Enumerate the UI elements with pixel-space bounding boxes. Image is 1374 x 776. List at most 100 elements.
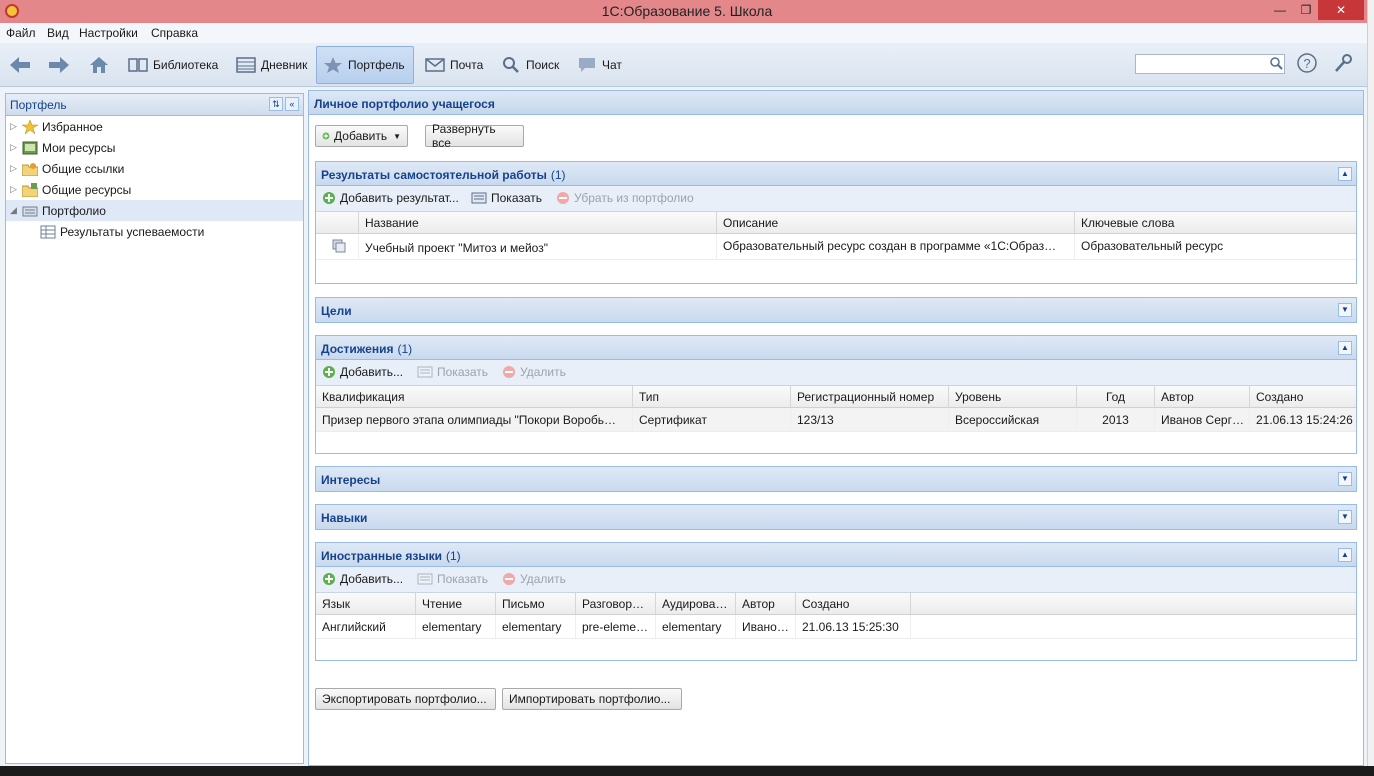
menu-settings[interactable]: Настройки — [79, 26, 138, 40]
star-icon — [22, 119, 38, 134]
tree-item-portfolio[interactable]: ◢ Портфолио — [6, 200, 303, 221]
tree-item-favorites[interactable]: ▷ Избранное — [10, 116, 303, 137]
tool-label: Добавить... — [340, 572, 404, 586]
global-search-input[interactable] — [1135, 54, 1285, 74]
column-header[interactable]: Разговор… — [576, 593, 656, 615]
section-header[interactable]: Достижения (1) ▲ — [316, 336, 1356, 360]
tree-item-shared-links[interactable]: ▷ Общие ссылки — [10, 158, 303, 179]
toolbar-diary[interactable]: Дневник — [236, 46, 307, 84]
section-header[interactable]: Навыки ▼ — [316, 505, 1356, 529]
expand-all-button[interactable]: Развернуть все — [425, 122, 524, 150]
tree-expand-icon[interactable]: ▷ — [10, 121, 22, 132]
show-button[interactable]: Показать — [471, 191, 542, 205]
tree-collapse-icon[interactable]: ◢ — [10, 205, 22, 216]
menu-bar: Файл Вид Настройки Справка — [0, 23, 1374, 43]
column-header[interactable]: Автор — [736, 593, 796, 615]
tree-expand-icon[interactable]: ▷ — [10, 142, 22, 153]
delete-button[interactable]: Удалить — [502, 572, 566, 586]
table-header: Квалификация Тип Регистрационный номер У… — [316, 386, 1356, 408]
show-button[interactable]: Показать — [417, 365, 488, 379]
toolbar-mail[interactable]: Почта — [425, 46, 483, 84]
menu-file[interactable]: Файл — [6, 26, 36, 40]
tree-item-shared-resources[interactable]: ▷ Общие ресурсы — [10, 179, 303, 200]
column-header[interactable]: Создано — [1250, 386, 1356, 408]
tree-expand-icon[interactable]: ▷ — [10, 184, 22, 195]
section-header[interactable]: Цели ▼ — [316, 298, 1356, 322]
toolbar-library[interactable]: Библиотека — [128, 46, 218, 84]
expand-section-icon[interactable]: ▼ — [1338, 510, 1352, 524]
left-panel-title: Портфель — [10, 98, 67, 112]
section-skills: Навыки ▼ — [315, 504, 1357, 530]
add-icon — [322, 132, 330, 140]
collapse-panel-icon[interactable]: « — [285, 97, 299, 111]
toolbar-search[interactable]: Поиск — [501, 46, 559, 84]
section-header[interactable]: Интересы ▼ — [316, 467, 1356, 491]
add-achievement-button[interactable]: Добавить... — [322, 365, 403, 379]
column-header[interactable]: Название — [359, 212, 717, 234]
section-interests: Интересы ▼ — [315, 466, 1357, 492]
export-portfolio-button[interactable]: Экспортировать портфолио... — [315, 688, 496, 710]
global-search-button[interactable] — [1267, 54, 1285, 74]
maximize-button[interactable]: ❐ — [1292, 0, 1320, 20]
table-row[interactable]: Призер первого этапа олимпиады "Покори В… — [316, 408, 1356, 432]
import-portfolio-button[interactable]: Импортировать портфолио... — [502, 688, 682, 710]
add-language-button[interactable]: Добавить... — [322, 572, 403, 586]
table-cell: Всероссийская — [949, 408, 1077, 432]
menu-view[interactable]: Вид — [47, 26, 69, 40]
section-toolbar: Добавить... Показать Удалить — [316, 360, 1356, 386]
left-navigation-panel: Портфель ⇅ « ▷ Избранное ▷ Мои ресурсы ▷… — [5, 93, 304, 764]
tool-label: Убрать из портфолио — [574, 191, 694, 205]
window-title: 1С:Образование 5. Школа — [601, 3, 773, 19]
section-goals: Цели ▼ — [315, 297, 1357, 323]
column-header[interactable]: Аудирова… — [656, 593, 736, 615]
collapse-section-icon[interactable]: ▲ — [1338, 167, 1352, 181]
show-button[interactable]: Показать — [417, 572, 488, 586]
add-result-button[interactable]: Добавить результат... — [322, 191, 459, 205]
column-header-icon — [316, 212, 359, 234]
table-icon — [40, 225, 56, 238]
settings-icon[interactable] — [1334, 53, 1354, 73]
column-header[interactable]: Письмо — [496, 593, 576, 615]
minimize-button[interactable]: — — [1266, 0, 1294, 20]
column-header[interactable]: Чтение — [416, 593, 496, 615]
portfolio-icon — [22, 206, 38, 216]
column-header[interactable]: Автор — [1155, 386, 1250, 408]
help-icon[interactable]: ? — [1296, 52, 1318, 74]
book-icon — [128, 58, 148, 72]
forward-button[interactable] — [47, 46, 76, 84]
column-header[interactable]: Ключевые слова — [1075, 212, 1356, 234]
column-header[interactable]: Квалификация — [316, 386, 633, 408]
expand-section-icon[interactable]: ▼ — [1338, 472, 1352, 486]
table-row[interactable]: Английский elementary elementary pre-ele… — [316, 615, 1356, 639]
refresh-icon[interactable]: ⇅ — [269, 97, 283, 111]
tree-item-my-resources[interactable]: ▷ Мои ресурсы — [10, 137, 303, 158]
add-dropdown-button[interactable]: Добавить ▼ — [315, 125, 408, 147]
section-header[interactable]: Иностранные языки (1) ▲ — [316, 543, 1356, 567]
tree-expand-icon[interactable]: ▷ — [10, 163, 22, 174]
toolbar-search-label: Поиск — [526, 58, 560, 72]
column-header[interactable]: Регистрационный номер — [791, 386, 949, 408]
back-button[interactable] — [8, 46, 37, 84]
table-row[interactable]: Учебный проект "Митоз и мейоз" Образоват… — [316, 234, 1356, 260]
column-header[interactable]: Описание — [717, 212, 1075, 234]
column-header[interactable]: Уровень — [949, 386, 1077, 408]
delete-button[interactable]: Удалить — [502, 365, 566, 379]
close-button[interactable]: ✕ — [1318, 0, 1364, 20]
section-header[interactable]: Результаты самостоятельной работы (1) ▲ — [316, 162, 1356, 186]
toolbar-chat[interactable]: Чат — [577, 46, 622, 84]
toolbar-portfolio[interactable]: Портфель — [316, 46, 414, 84]
column-header[interactable]: Язык — [316, 593, 416, 615]
menu-help[interactable]: Справка — [151, 26, 198, 40]
home-button[interactable] — [88, 46, 115, 84]
window-right-edge — [1367, 0, 1374, 766]
tree-item-performance-results[interactable]: Результаты успеваемости — [40, 221, 303, 242]
expand-section-icon[interactable]: ▼ — [1338, 303, 1352, 317]
arrow-right-icon — [49, 57, 69, 73]
column-header[interactable]: Год — [1077, 386, 1155, 408]
folder-link-icon — [22, 162, 38, 176]
collapse-section-icon[interactable]: ▲ — [1338, 548, 1352, 562]
column-header[interactable]: Создано — [796, 593, 911, 615]
column-header[interactable]: Тип — [633, 386, 791, 408]
collapse-section-icon[interactable]: ▲ — [1338, 341, 1352, 355]
remove-from-portfolio-button[interactable]: Убрать из портфолио — [556, 191, 694, 205]
